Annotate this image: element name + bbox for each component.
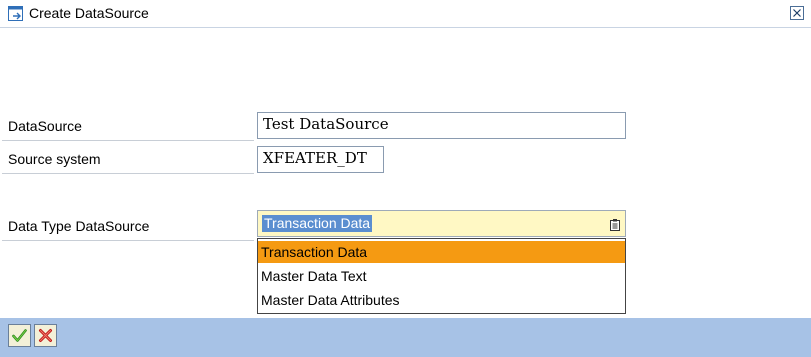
close-icon bbox=[793, 9, 801, 17]
dialog-title-bar: Create DataSource bbox=[0, 0, 811, 28]
cross-icon bbox=[39, 329, 52, 342]
datasource-input[interactable]: Test DataSource bbox=[257, 112, 626, 139]
confirm-button[interactable] bbox=[8, 324, 31, 347]
data-type-options-list: Transaction Data Master Data Text Master… bbox=[257, 238, 626, 314]
row-divider bbox=[2, 240, 254, 241]
datasource-label: DataSource bbox=[8, 118, 82, 134]
value-help-icon[interactable] bbox=[610, 218, 620, 231]
row-divider bbox=[2, 140, 254, 141]
source-system-label: Source system bbox=[8, 151, 101, 167]
dialog-window-icon bbox=[8, 6, 24, 22]
cancel-button[interactable] bbox=[34, 324, 57, 347]
option-transaction-data[interactable]: Transaction Data bbox=[258, 241, 625, 263]
data-type-dropdown[interactable]: Transaction Data bbox=[257, 210, 626, 237]
checkmark-icon bbox=[12, 329, 27, 342]
dialog-footer-toolbar bbox=[0, 318, 811, 357]
source-system-field: XFEATER_DT bbox=[257, 146, 384, 173]
row-divider bbox=[2, 173, 254, 174]
data-type-selected-value: Transaction Data bbox=[262, 215, 373, 232]
option-master-data-attributes[interactable]: Master Data Attributes bbox=[258, 289, 625, 311]
close-button[interactable] bbox=[790, 6, 804, 20]
option-master-data-text[interactable]: Master Data Text bbox=[258, 265, 625, 287]
data-type-label: Data Type DataSource bbox=[8, 218, 150, 234]
dialog-title: Create DataSource bbox=[29, 5, 149, 21]
